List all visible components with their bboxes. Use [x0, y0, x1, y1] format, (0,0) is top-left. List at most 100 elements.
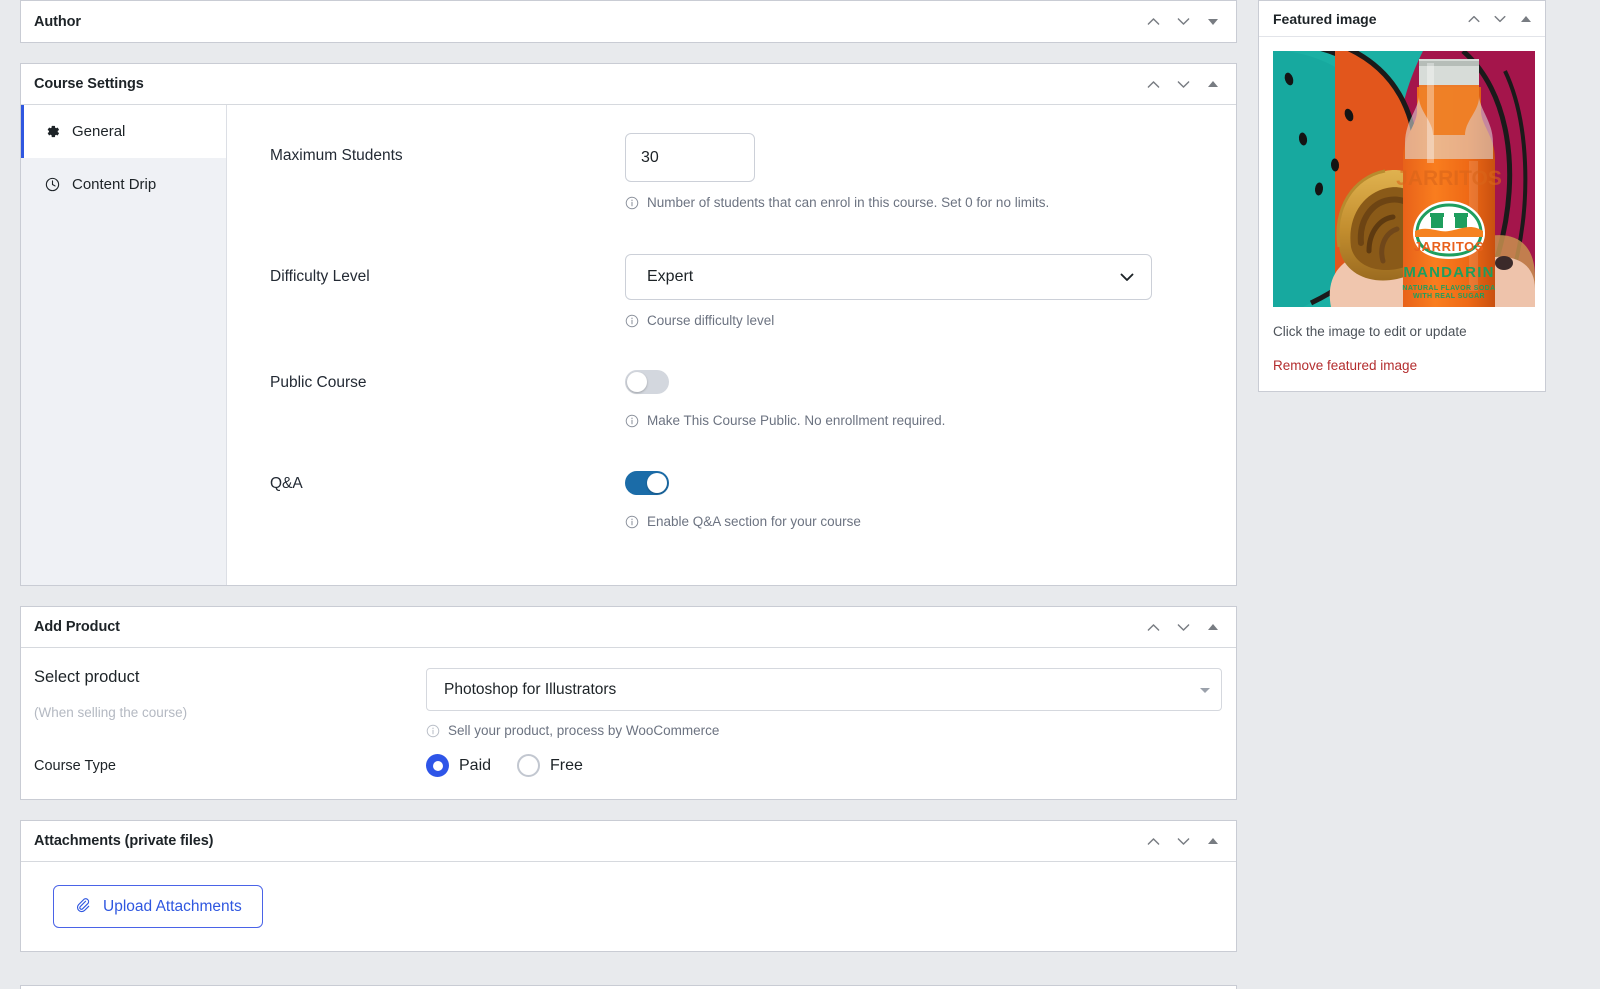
radio-label: Paid: [459, 757, 491, 775]
chevron-down-icon: [1492, 11, 1508, 27]
admin-page: Author: [0, 0, 1600, 989]
move-down-button[interactable]: [1487, 6, 1513, 32]
move-up-button[interactable]: [1461, 6, 1487, 32]
chevron-up-icon: [1145, 833, 1162, 850]
radio-label: Free: [550, 757, 583, 775]
panel-course-settings: Course Settings: [20, 63, 1237, 586]
move-down-button[interactable]: [1168, 826, 1198, 856]
panel-course-settings-controls: [1138, 69, 1228, 99]
svg-text:NATURAL FLAVOR SODA: NATURAL FLAVOR SODA: [1402, 285, 1495, 292]
product-select[interactable]: Photoshop for Illustrators: [426, 668, 1222, 711]
chevron-down-icon: [1117, 267, 1137, 287]
field-helper: Course difficulty level: [625, 313, 1192, 328]
field-label: Difficulty Level: [227, 254, 625, 286]
helper-text: Course difficulty level: [647, 313, 774, 328]
chevron-down-icon: [1175, 76, 1192, 93]
panel-collapse-toggle[interactable]: [1198, 612, 1228, 642]
field-qa: Q&A: [227, 471, 1236, 529]
panel-featured-image: Featured image: [1258, 0, 1546, 392]
triangle-up-icon: [1208, 838, 1218, 844]
course-settings-body: General Content Drip: [21, 105, 1236, 585]
paperclip-icon: [74, 896, 91, 918]
triangle-up-icon: [1208, 81, 1218, 87]
sidebar-item-label: Content Drip: [72, 176, 156, 193]
clock-icon: [43, 176, 61, 194]
upload-attachments-label: Upload Attachments: [103, 898, 242, 916]
helper-text: Enable Q&A section for your course: [647, 514, 861, 529]
svg-text:JARRITOS: JARRITOS: [1414, 239, 1484, 254]
triangle-up-icon: [1208, 624, 1218, 630]
field-control: Expert: [625, 254, 1236, 328]
move-up-button[interactable]: [1138, 826, 1168, 856]
public-course-toggle[interactable]: [625, 370, 669, 394]
move-up-button[interactable]: [1138, 7, 1168, 37]
sidebar-item-general[interactable]: General: [21, 105, 226, 158]
panel-attachments: Attachments (private files): [20, 820, 1237, 952]
course-type-row: Course Type Paid Free: [21, 754, 1236, 777]
chevron-down-icon: [1175, 833, 1192, 850]
radio-free[interactable]: Free: [517, 754, 583, 777]
field-difficulty-level: Difficulty Level Expert: [227, 254, 1236, 328]
page-title-featured-image: Featured image: [1273, 11, 1461, 27]
featured-image-note: Click the image to edit or update: [1273, 324, 1531, 339]
panel-add-product-controls: [1138, 612, 1228, 642]
toggle-knob: [647, 473, 667, 493]
panel-add-product: Add Product: [20, 606, 1237, 800]
difficulty-level-select[interactable]: Expert: [625, 254, 1152, 300]
triangle-down-icon: [1208, 19, 1218, 25]
panel-collapse-toggle[interactable]: [1198, 826, 1228, 856]
panel-course-settings-header[interactable]: Course Settings: [21, 64, 1236, 105]
add-product-body: Select product (When selling the course)…: [21, 648, 1236, 799]
move-down-button[interactable]: [1168, 612, 1198, 642]
helper-text: Number of students that can enrol in thi…: [647, 195, 1049, 210]
chevron-up-icon: [1145, 13, 1162, 30]
page-title-author: Author: [34, 14, 1138, 30]
panel-attachments-controls: [1138, 826, 1228, 856]
featured-image-body: JARRITOS JARRITOS MAND: [1259, 37, 1545, 391]
panel-collapse-toggle[interactable]: [1513, 6, 1539, 32]
move-up-button[interactable]: [1138, 612, 1168, 642]
field-control: Make This Course Public. No enrollment r…: [625, 370, 1236, 428]
next-panel-partial: [20, 985, 1237, 989]
remove-featured-image-link[interactable]: Remove featured image: [1273, 358, 1531, 373]
chevron-up-icon: [1145, 619, 1162, 636]
select-product-sublabel: (When selling the course): [34, 705, 426, 720]
panel-author-header[interactable]: Author: [21, 1, 1236, 42]
radio-paid[interactable]: Paid: [426, 754, 491, 777]
gear-icon: [43, 123, 61, 141]
field-control: Number of students that can enrol in thi…: [625, 133, 1236, 210]
attachments-body: Upload Attachments: [21, 862, 1236, 951]
select-value: Expert: [647, 268, 1117, 286]
radio-indicator: [426, 754, 449, 777]
featured-image-graphic: JARRITOS JARRITOS MAND: [1273, 51, 1535, 307]
helper-text: Make This Course Public. No enrollment r…: [647, 413, 945, 428]
chevron-up-icon: [1145, 76, 1162, 93]
page-title-course-settings: Course Settings: [34, 76, 1138, 92]
move-down-button[interactable]: [1168, 69, 1198, 99]
panel-collapse-toggle[interactable]: [1198, 69, 1228, 99]
field-control: Enable Q&A section for your course: [625, 471, 1236, 529]
field-maximum-students: Maximum Students: [227, 133, 1236, 210]
info-icon: [625, 314, 639, 328]
sidebar-item-content-drip[interactable]: Content Drip: [21, 158, 226, 211]
panel-featured-image-header[interactable]: Featured image: [1259, 1, 1545, 37]
panel-add-product-header[interactable]: Add Product: [21, 607, 1236, 648]
chevron-up-icon: [1466, 11, 1482, 27]
main-column: Author: [20, 0, 1237, 972]
svg-text:JARRITOS: JARRITOS: [1396, 167, 1502, 190]
difficulty-level-select-wrap: Expert: [625, 254, 1152, 300]
field-label: Maximum Students: [227, 133, 625, 165]
panel-collapse-toggle[interactable]: [1198, 7, 1228, 37]
field-public-course: Public Course: [227, 370, 1236, 428]
helper-text: Sell your product, process by WooCommerc…: [448, 723, 719, 738]
move-down-button[interactable]: [1168, 7, 1198, 37]
svg-text:WITH REAL SUGAR: WITH REAL SUGAR: [1413, 293, 1485, 300]
maximum-students-input[interactable]: [625, 133, 755, 182]
qa-toggle[interactable]: [625, 471, 669, 495]
featured-image-thumbnail[interactable]: JARRITOS JARRITOS MAND: [1273, 51, 1535, 307]
triangle-up-icon: [1521, 16, 1531, 22]
move-up-button[interactable]: [1138, 69, 1168, 99]
panel-attachments-header[interactable]: Attachments (private files): [21, 821, 1236, 862]
field-helper: Enable Q&A section for your course: [625, 514, 1192, 529]
upload-attachments-button[interactable]: Upload Attachments: [53, 885, 263, 928]
